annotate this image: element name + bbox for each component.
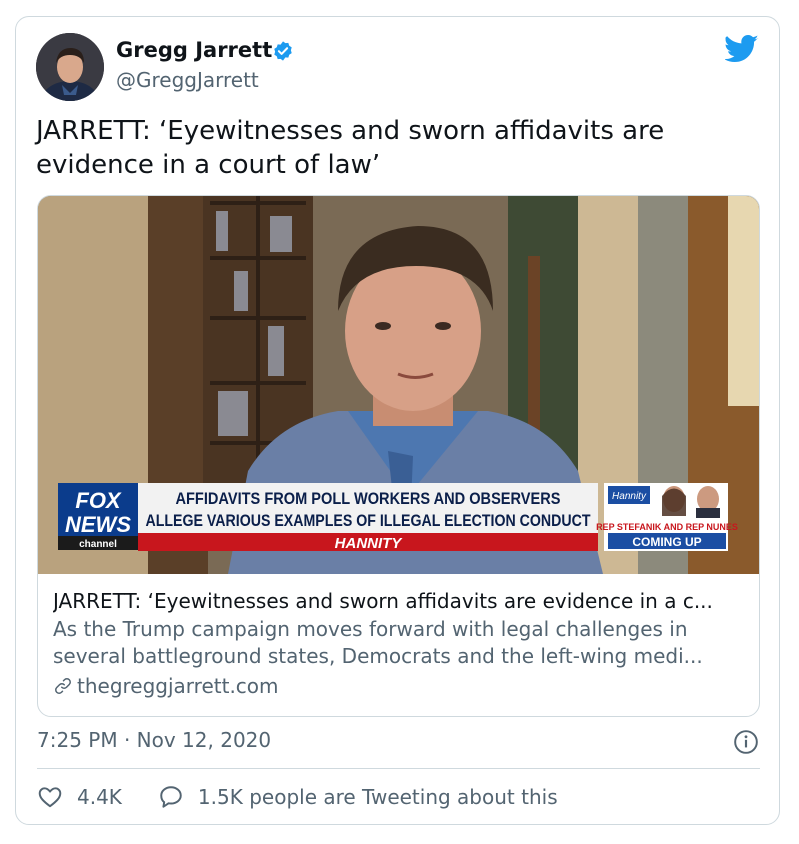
link-preview-card[interactable]: FOX NEWS channel AFFIDAVITS FROM POLL WO… <box>37 195 760 717</box>
avatar-image <box>36 33 104 101</box>
tweet-timestamp[interactable]: 7:25 PM · Nov 12, 2020 <box>37 728 271 752</box>
card-domain: thegreggjarrett.com <box>77 674 279 698</box>
fox-logo-text: FOX <box>75 488 122 513</box>
tweet-text: JARRETT: ‘Eyewitnesses and sworn affidav… <box>36 116 665 180</box>
twitter-bird-icon[interactable] <box>725 34 759 64</box>
card-text-block[interactable]: JARRETT: ‘Eyewitnesses and sworn affidav… <box>53 588 748 700</box>
card-domain-row[interactable]: thegreggjarrett.com <box>53 672 748 700</box>
news-broadcast-image: FOX NEWS channel AFFIDAVITS FROM POLL WO… <box>38 196 759 574</box>
chyron-show-name: HANNITY <box>335 535 404 552</box>
link-icon <box>55 678 71 694</box>
conversation-text: 1.5K people are Tweeting about this <box>197 785 558 809</box>
like-button[interactable]: 4.4K <box>37 784 122 810</box>
promo-coming-up: COMING UP <box>632 535 701 549</box>
divider <box>37 768 760 769</box>
chyron-headline-2: ALLEGE VARIOUS EXAMPLES OF ILLEGAL ELECT… <box>146 511 592 530</box>
verified-badge-icon <box>274 41 292 61</box>
channel-logo-text: channel <box>79 539 117 550</box>
news-logo-text: NEWS <box>65 512 131 537</box>
speech-bubble-icon <box>160 786 182 808</box>
card-description: As the Trump campaign moves forward with… <box>53 617 703 668</box>
like-count: 4.4K <box>77 785 122 809</box>
info-icon[interactable] <box>733 729 759 755</box>
card-image[interactable]: FOX NEWS channel AFFIDAVITS FROM POLL WO… <box>38 196 759 574</box>
avatar[interactable] <box>36 33 104 101</box>
card-title[interactable]: JARRETT: ‘Eyewitnesses and sworn affidav… <box>53 588 748 614</box>
promo-brand: Hannity <box>612 491 647 502</box>
action-bar: 4.4K 1.5K people are Tweeting about this <box>37 784 558 810</box>
display-name[interactable]: Gregg Jarrett <box>116 38 272 62</box>
chyron-headline-1: AFFIDAVITS FROM POLL WORKERS AND OBSERVE… <box>176 489 561 508</box>
user-handle[interactable]: @GreggJarrett <box>116 68 259 92</box>
heart-icon <box>38 787 62 808</box>
promo-names: REP STEFANIK AND REP NUNES <box>596 522 738 532</box>
conversation-button[interactable]: 1.5K people are Tweeting about this <box>158 784 558 810</box>
